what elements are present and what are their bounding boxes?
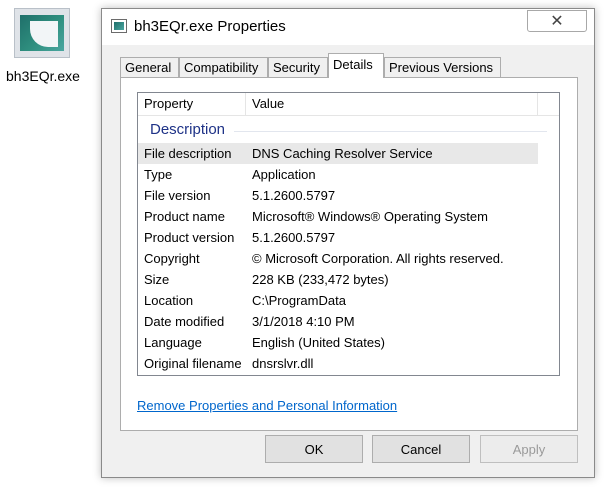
list-row[interactable]: File version 5.1.2600.5797 — [138, 185, 538, 206]
list-row[interactable]: Location C:\ProgramData — [138, 290, 538, 311]
property-name: Size — [144, 272, 170, 287]
list-row[interactable]: Copyright © Microsoft Corporation. All r… — [138, 248, 538, 269]
property-name: Product version — [144, 230, 235, 245]
tab-compatibility[interactable]: Compatibility — [179, 57, 268, 77]
property-name: Location — [144, 293, 194, 308]
list-row[interactable]: Product version 5.1.2600.5797 — [138, 227, 538, 248]
property-value: © Microsoft Corporation. All rights rese… — [252, 251, 504, 266]
remove-properties-link[interactable]: Remove Properties and Personal Informati… — [137, 398, 397, 413]
tab-details[interactable]: Details — [328, 53, 384, 78]
details-list[interactable]: Property Value Description File descript… — [137, 92, 560, 376]
list-row[interactable]: Product name Microsoft® Windows® Operati… — [138, 206, 538, 227]
close-icon: ✕ — [550, 13, 564, 30]
properties-dialog: bh3EQr.exe Properties ✕ General Compatib… — [101, 8, 595, 478]
property-name: Original filename — [144, 356, 242, 371]
list-row[interactable]: Date modified 3/1/2018 4:10 PM — [138, 311, 538, 332]
property-value: Microsoft® Windows® Operating System — [252, 209, 488, 224]
group-header-description: Description — [138, 119, 559, 143]
property-name: File description — [144, 146, 232, 161]
tab-previous-versions[interactable]: Previous Versions — [384, 57, 501, 77]
property-name: Product name — [144, 209, 225, 224]
details-panel: Property Value Description File descript… — [120, 77, 578, 431]
property-value: dnsrslvr.dll — [252, 356, 314, 371]
list-row[interactable]: Original filename dnsrslvr.dll — [138, 353, 538, 374]
property-name: Date modified — [144, 314, 225, 329]
property-value: DNS Caching Resolver Service — [252, 146, 433, 161]
column-header-property[interactable]: Property — [138, 93, 246, 115]
property-value: 228 KB (233,472 bytes) — [252, 272, 389, 287]
property-value: Application — [252, 167, 316, 182]
property-name: Copyright — [144, 251, 200, 266]
window-title: bh3EQr.exe Properties — [134, 18, 286, 35]
title-bar[interactable]: bh3EQr.exe Properties ✕ — [102, 9, 594, 45]
property-value: 3/1/2018 4:10 PM — [252, 314, 355, 329]
application-icon — [14, 8, 70, 58]
column-header-value[interactable]: Value — [246, 93, 538, 115]
tab-general[interactable]: General — [120, 57, 179, 77]
tab-security[interactable]: Security — [268, 57, 328, 77]
list-row[interactable]: Type Application — [138, 164, 538, 185]
property-value: 5.1.2600.5797 — [252, 188, 336, 203]
property-value: C:\ProgramData — [252, 293, 346, 308]
property-name: Type — [144, 167, 173, 182]
close-button[interactable]: ✕ — [527, 10, 587, 32]
property-value: 5.1.2600.5797 — [252, 230, 336, 245]
list-header: Property Value — [138, 93, 559, 116]
cancel-button[interactable]: Cancel — [372, 435, 470, 463]
group-divider — [234, 131, 547, 132]
desktop-file-label[interactable]: bh3EQr.exe — [6, 68, 80, 84]
property-name: Language — [144, 335, 202, 350]
apply-button[interactable]: Apply — [480, 435, 578, 463]
ok-button[interactable]: OK — [265, 435, 363, 463]
list-row[interactable]: Size 228 KB (233,472 bytes) — [138, 269, 538, 290]
app-icon — [111, 19, 127, 33]
list-row[interactable]: Language English (United States) — [138, 332, 538, 353]
property-name: File version — [144, 188, 211, 203]
exe-file-icon[interactable] — [10, 8, 74, 60]
group-title: Description — [150, 121, 226, 138]
property-value: English (United States) — [252, 335, 385, 350]
list-row[interactable]: File description DNS Caching Resolver Se… — [138, 143, 538, 164]
